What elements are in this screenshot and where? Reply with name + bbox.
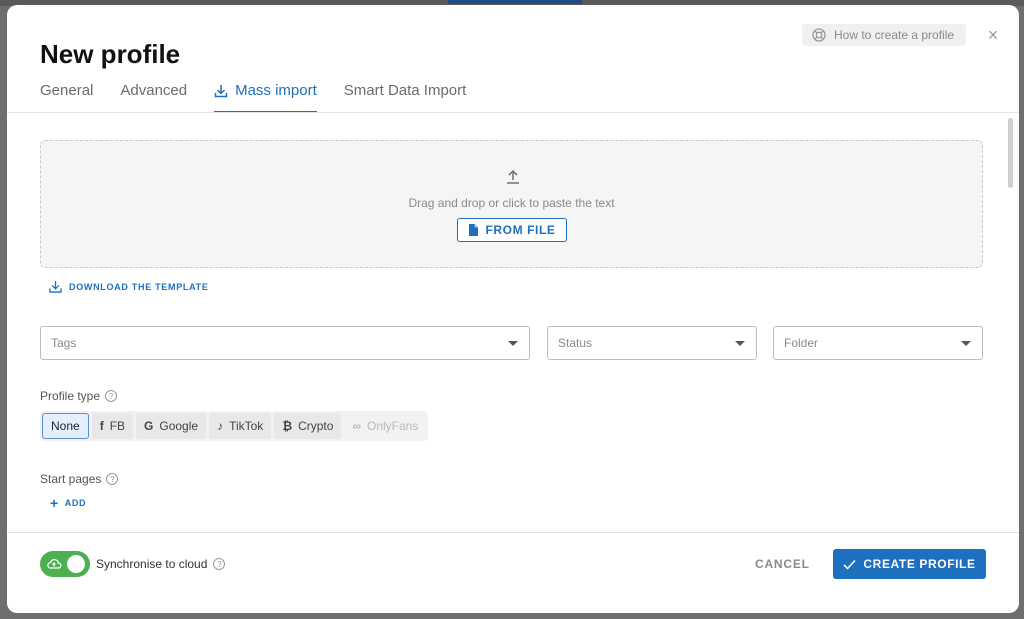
download-template-label: DOWNLOAD THE TEMPLATE [69, 281, 209, 292]
create-profile-button[interactable]: CREATE PROFILE [833, 549, 986, 579]
profile-type-google[interactable]: G Google [136, 413, 207, 439]
status-placeholder: Status [558, 336, 593, 350]
file-icon [469, 224, 479, 236]
dialog-tabs: General Advanced Mass import Smart Data … [40, 79, 466, 113]
tab-smart-data-import[interactable]: Smart Data Import [344, 79, 467, 113]
help-icon[interactable]: ? [105, 390, 118, 402]
profile-type-label: Google [159, 419, 199, 433]
profile-type-label: OnlyFans [367, 419, 419, 433]
cloud-icon [47, 558, 62, 569]
add-start-page-button[interactable]: + ADD [50, 495, 87, 511]
profile-type-label: TikTok [229, 419, 264, 433]
profile-type-fb[interactable]: f FB [91, 413, 134, 439]
google-icon: G [144, 419, 154, 433]
lifebuoy-icon [812, 28, 826, 42]
tab-label: Advanced [120, 82, 188, 99]
status-select[interactable]: Status [547, 326, 757, 360]
footer-divider [7, 532, 1019, 533]
tabs-divider [7, 112, 1019, 113]
profile-type-crypto[interactable]: ₿ Crypto [274, 413, 342, 439]
new-profile-dialog: New profile How to create a profile × Ge… [7, 5, 1019, 613]
tab-advanced[interactable]: Advanced [120, 79, 187, 113]
tab-general[interactable]: General [40, 79, 93, 113]
download-icon [49, 280, 62, 293]
profile-type-onlyfans: ∞ OnlyFans [344, 413, 427, 439]
profile-type-label: Profile type [40, 389, 101, 403]
close-icon[interactable]: × [983, 25, 1003, 45]
help-link-label: How to create a profile [834, 28, 955, 42]
chevron-down-icon [735, 341, 745, 346]
download-icon [214, 85, 228, 98]
from-file-button[interactable]: FROM FILE [457, 218, 567, 242]
sync-label-row: Synchronise to cloud ? [96, 557, 226, 571]
backdrop-accent [448, 0, 582, 4]
chevron-down-icon [961, 341, 971, 346]
chevron-down-icon [508, 341, 518, 346]
toggle-knob [67, 555, 85, 573]
help-icon[interactable]: ? [213, 558, 226, 570]
bitcoin-icon: ₿ [282, 419, 293, 433]
tab-mass-import[interactable]: Mass import [214, 79, 317, 113]
content-scrollbar[interactable] [1008, 118, 1013, 188]
tab-label: Smart Data Import [343, 82, 467, 99]
tags-select[interactable]: Tags [40, 326, 530, 360]
tab-label: Mass import [235, 82, 317, 99]
dropzone-hint: Drag and drop or click to paste the text [408, 196, 615, 210]
start-pages-label: Start pages [40, 472, 102, 486]
profile-type-label: FB [109, 419, 126, 433]
folder-select[interactable]: Folder [773, 326, 983, 360]
dialog-title: New profile [40, 39, 181, 69]
create-profile-label: CREATE PROFILE [863, 557, 976, 571]
facebook-icon: f [99, 419, 104, 433]
profile-type-heading: Profile type ? [40, 389, 118, 403]
how-to-create-profile-link[interactable]: How to create a profile [802, 24, 966, 46]
tiktok-icon: ♪ [217, 419, 224, 433]
tab-label: General [40, 82, 94, 99]
onlyfans-icon: ∞ [352, 419, 361, 433]
sync-cloud-toggle[interactable] [40, 551, 90, 577]
from-file-label: FROM FILE [485, 223, 556, 237]
cancel-button[interactable]: CANCEL [755, 557, 810, 571]
profile-type-none[interactable]: None [42, 413, 89, 439]
profile-type-label: None [51, 419, 80, 433]
import-dropzone[interactable]: Drag and drop or click to paste the text… [40, 140, 983, 268]
plus-icon: + [50, 495, 59, 511]
add-label: ADD [64, 498, 87, 508]
folder-placeholder: Folder [784, 336, 819, 350]
check-icon [843, 559, 856, 570]
start-pages-heading: Start pages ? [40, 472, 119, 486]
profile-type-label: Crypto [298, 419, 334, 433]
profile-type-tiktok[interactable]: ♪ TikTok [209, 413, 272, 439]
tags-placeholder: Tags [51, 336, 77, 350]
profile-type-selector: None f FB G Google ♪ TikTok ₿ Crypto ∞ O… [40, 411, 429, 441]
sync-label: Synchronise to cloud [96, 557, 208, 571]
help-icon[interactable]: ? [106, 473, 119, 485]
upload-icon [507, 169, 519, 184]
download-template-link[interactable]: DOWNLOAD THE TEMPLATE [49, 280, 209, 293]
